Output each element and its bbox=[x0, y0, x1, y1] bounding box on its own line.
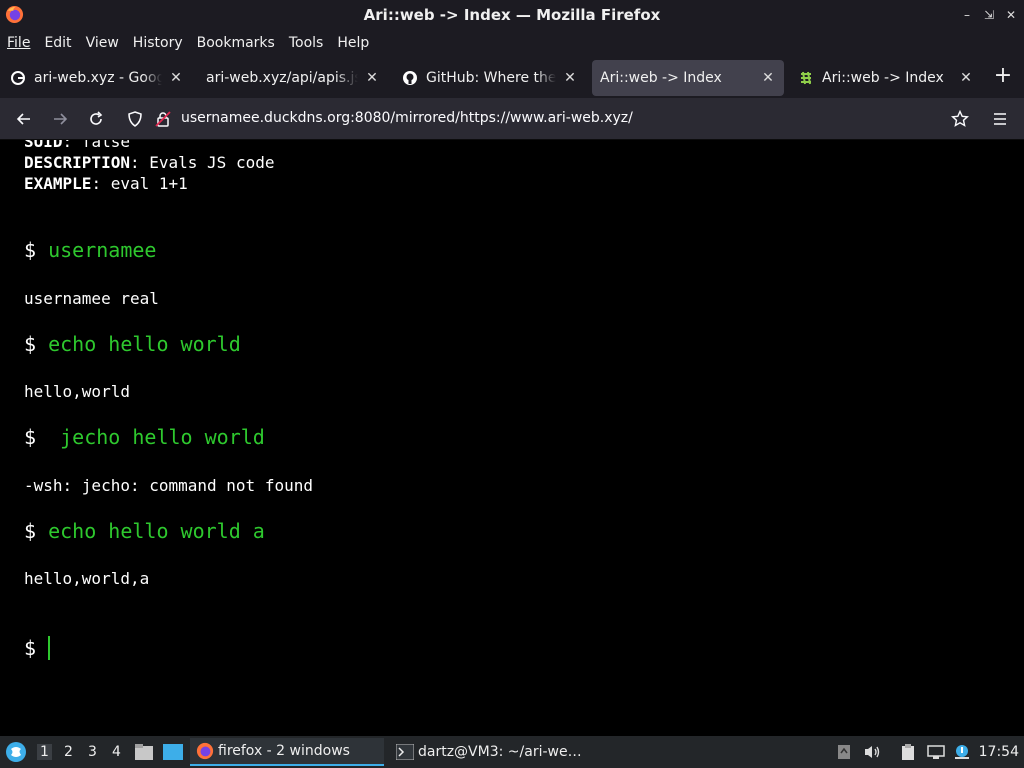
reload-icon bbox=[90, 111, 103, 125]
tab-label: Ari::web -> Index bbox=[600, 70, 722, 86]
taskbar-firefox[interactable]: firefox - 2 windows bbox=[190, 738, 384, 766]
arrow-right-icon bbox=[54, 113, 68, 125]
help-line-description: DESCRIPTION: Evals JS code bbox=[24, 153, 275, 172]
task-label: dartz@VM3: ~/ari-we… bbox=[418, 744, 582, 760]
github-icon bbox=[403, 71, 417, 85]
tab-strip: ari-web.xyz - Google Search ✕ ari-web.xy… bbox=[0, 56, 1024, 98]
volume-icon[interactable] bbox=[862, 742, 882, 762]
workspace-3[interactable]: 3 bbox=[88, 744, 97, 760]
workspace-4[interactable]: 4 bbox=[112, 744, 121, 760]
reload-button[interactable] bbox=[84, 107, 108, 131]
tab-close-icon[interactable]: ✕ bbox=[760, 70, 776, 86]
menu-file[interactable]: File bbox=[7, 35, 30, 51]
taskbar: 1 2 3 4 firefox - 2 windows dartz@VM3: ~… bbox=[0, 736, 1024, 768]
terminal-output-line: hello,world,a bbox=[24, 569, 150, 588]
tab-github[interactable]: GitHub: Where the world builds software … bbox=[394, 60, 586, 96]
show-desktop-icon[interactable] bbox=[162, 743, 184, 765]
tab-close-icon[interactable]: ✕ bbox=[168, 70, 184, 86]
tab-close-icon[interactable]: ✕ bbox=[562, 70, 578, 86]
application-launcher-icon[interactable] bbox=[5, 741, 27, 767]
tab-label: GitHub: Where the world builds software bbox=[426, 70, 556, 86]
menu-view[interactable]: View bbox=[86, 35, 119, 51]
clipboard-icon[interactable] bbox=[898, 742, 918, 762]
new-tab-button[interactable]: + bbox=[992, 65, 1014, 88]
tab-close-icon[interactable]: ✕ bbox=[364, 70, 380, 86]
window-titlebar: Ari::web -> Index — Mozilla Firefox – ⇲ … bbox=[0, 0, 1024, 30]
hamburger-menu-icon bbox=[994, 113, 1006, 125]
terminal-input-line[interactable]: $ bbox=[24, 636, 51, 660]
text-cursor bbox=[48, 636, 51, 660]
minimize-icon[interactable]: – bbox=[960, 8, 974, 22]
network-icon[interactable] bbox=[926, 742, 946, 762]
firefox-icon bbox=[5, 5, 24, 24]
task-label: firefox - 2 windows bbox=[218, 743, 350, 759]
terminal-prompt-line: $ usernamee bbox=[24, 238, 157, 262]
close-icon[interactable]: ✕ bbox=[1004, 8, 1018, 22]
terminal-prompt-line: $ echo hello world a bbox=[24, 519, 265, 543]
google-icon bbox=[11, 71, 25, 85]
window-title: Ari::web -> Index — Mozilla Firefox bbox=[363, 6, 661, 24]
tracking-protection-shield-icon[interactable] bbox=[127, 111, 143, 131]
menubar: File Edit View History Bookmarks Tools H… bbox=[0, 30, 1024, 56]
bookmark-star-icon[interactable] bbox=[950, 109, 970, 132]
terminal-prompt-line: $ echo hello world bbox=[24, 332, 241, 356]
url-bar[interactable]: usernamee.duckdns.org:8080/mirrored/http… bbox=[120, 103, 980, 135]
tray-arrow-icon[interactable] bbox=[834, 742, 854, 762]
forward-button[interactable] bbox=[48, 107, 72, 131]
tab-ari-web-index[interactable]: Ari::web -> Index ✕ bbox=[790, 60, 982, 96]
tab-label: ari-web.xyz/api/apis.json bbox=[206, 70, 358, 86]
clock[interactable]: 17:54 bbox=[979, 744, 1019, 760]
navigation-toolbar: usernamee.duckdns.org:8080/mirrored/http… bbox=[0, 98, 1024, 140]
workspace-2[interactable]: 2 bbox=[64, 744, 73, 760]
tab-close-icon[interactable]: ✕ bbox=[958, 70, 974, 86]
updates-icon[interactable] bbox=[952, 742, 972, 762]
ari-web-icon bbox=[801, 71, 811, 85]
firefox-icon bbox=[196, 742, 214, 760]
menu-tools[interactable]: Tools bbox=[289, 35, 324, 51]
tab-label: Ari::web -> Index bbox=[822, 70, 944, 86]
restore-icon[interactable]: ⇲ bbox=[982, 8, 996, 22]
help-line-example: EXAMPLE: eval 1+1 bbox=[24, 174, 188, 193]
window-controls: – ⇲ ✕ bbox=[960, 0, 1018, 30]
help-line-suid: SUID: false bbox=[24, 140, 130, 151]
menu-edit[interactable]: Edit bbox=[44, 35, 71, 51]
back-button[interactable] bbox=[12, 107, 36, 131]
taskbar-terminal[interactable]: dartz@VM3: ~/ari-we… bbox=[390, 738, 590, 766]
app-menu-button[interactable] bbox=[988, 107, 1012, 131]
workspace-1[interactable]: 1 bbox=[37, 744, 52, 760]
tab-label: ari-web.xyz - Google Search bbox=[34, 70, 162, 86]
menu-history[interactable]: History bbox=[133, 35, 183, 51]
page-content-terminal[interactable]: SUID: false DESCRIPTION: Evals JS code E… bbox=[0, 140, 1024, 736]
terminal-output-line: usernamee real bbox=[24, 289, 159, 308]
terminal-output-line: hello,world bbox=[24, 382, 130, 401]
tab-google-search[interactable]: ari-web.xyz - Google Search ✕ bbox=[2, 60, 192, 96]
tab-ari-web-index-active[interactable]: Ari::web -> Index ✕ bbox=[592, 60, 784, 96]
arrow-left-icon bbox=[16, 113, 30, 125]
menu-bookmarks[interactable]: Bookmarks bbox=[197, 35, 275, 51]
tab-apis-json[interactable]: ari-web.xyz/api/apis.json ✕ bbox=[198, 60, 388, 96]
menu-help[interactable]: Help bbox=[337, 35, 369, 51]
insecure-lock-icon[interactable] bbox=[155, 111, 171, 131]
terminal-output-line: -wsh: jecho: command not found bbox=[24, 476, 313, 495]
terminal-icon bbox=[396, 744, 414, 760]
file-manager-icon[interactable] bbox=[134, 743, 154, 765]
url-text[interactable]: usernamee.duckdns.org:8080/mirrored/http… bbox=[181, 110, 633, 126]
terminal-prompt-line: $ jecho hello world bbox=[24, 425, 265, 449]
